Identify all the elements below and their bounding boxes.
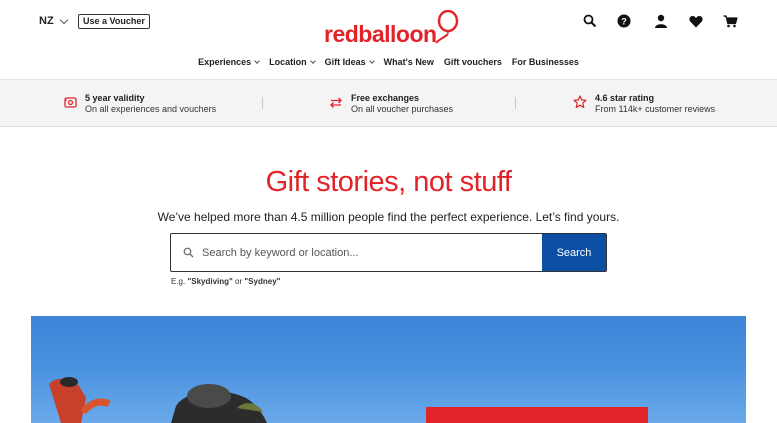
nav-item-label: Gift vouchers (443, 57, 502, 67)
example-link-sydney[interactable]: "Sydney" (244, 277, 280, 286)
chevron-down-icon (59, 15, 68, 24)
chevron-down-icon (254, 58, 260, 64)
use-voucher-button[interactable]: Use a Voucher (78, 14, 150, 29)
divider (515, 97, 516, 109)
usp-title: 5 year validity (85, 93, 145, 103)
nav-item-label: Experiences (198, 57, 252, 67)
logo[interactable]: redballoon (324, 8, 459, 48)
search-field[interactable] (171, 234, 542, 271)
search-icon[interactable] (583, 14, 597, 28)
nav-item-experiences[interactable]: Experiences (193, 52, 264, 72)
nav-item-gift-ideas[interactable]: Gift Ideas (320, 52, 379, 72)
nav-item-label: What's New (383, 57, 434, 67)
main-nav: Experiences Location Gift Ideas What's N… (0, 52, 777, 72)
usp-subtitle: From 114k+ customer reviews (595, 104, 716, 114)
balloon-logo-icon (434, 10, 458, 44)
page-title: Gift stories, not stuff (265, 166, 512, 198)
svg-text:?: ? (621, 17, 627, 27)
header: NZ Use a Voucher redballoon ? (0, 0, 777, 48)
voucher-icon (64, 97, 77, 108)
nav-item-whats-new[interactable]: What's New (379, 52, 439, 72)
star-icon (573, 95, 587, 109)
usp-title: 4.6 star rating (595, 93, 655, 103)
search-bar: Search (170, 233, 607, 272)
usp-subtitle: On all experiences and vouchers (85, 104, 217, 114)
promo-card (426, 407, 648, 423)
nav-item-label: Gift Ideas (324, 57, 366, 67)
example-prefix: E.g. (171, 277, 188, 286)
chevron-down-icon (309, 58, 316, 64)
nav-item-label: For Businesses (511, 57, 579, 67)
divider (262, 97, 263, 109)
search-icon (183, 247, 194, 258)
usp-subtitle: On all voucher purchases (351, 104, 454, 114)
search-input[interactable] (202, 246, 502, 259)
search-button[interactable]: Search (542, 234, 606, 271)
nav-item-gift-vouchers[interactable]: Gift vouchers (439, 52, 507, 72)
hero-banner-image[interactable] (31, 316, 746, 423)
logo-text: redballoon (324, 21, 437, 47)
hero-subtitle: We’ve helped more than 4.5 million peopl… (157, 210, 620, 224)
search-examples: E.g. "Skydiving" or "Sydney" (171, 277, 280, 286)
region-selector[interactable]: NZ (39, 15, 68, 27)
usp-title: Free exchanges (351, 93, 420, 103)
account-icon[interactable] (654, 14, 668, 28)
wishlist-icon[interactable] (689, 15, 703, 28)
exchange-icon (330, 97, 342, 108)
usp-item-validity: 5 year validity On all experiences and v… (64, 93, 216, 115)
nav-item-label: Location (269, 57, 307, 67)
region-label: NZ (39, 15, 54, 27)
example-or: or (232, 277, 245, 286)
usp-bar: 5 year validity On all experiences and v… (0, 80, 777, 127)
cart-icon[interactable] (723, 15, 738, 28)
help-icon[interactable]: ? (617, 14, 631, 28)
usp-item-rating: 4.6 star rating From 114k+ customer revi… (573, 93, 715, 115)
nav-item-for-businesses[interactable]: For Businesses (507, 52, 584, 72)
nav-item-location[interactable]: Location (264, 52, 320, 72)
example-link-skydiving[interactable]: "Skydiving" (187, 277, 232, 286)
usp-item-exchanges: Free exchanges On all voucher purchases (329, 93, 453, 115)
chevron-down-icon (368, 58, 375, 64)
